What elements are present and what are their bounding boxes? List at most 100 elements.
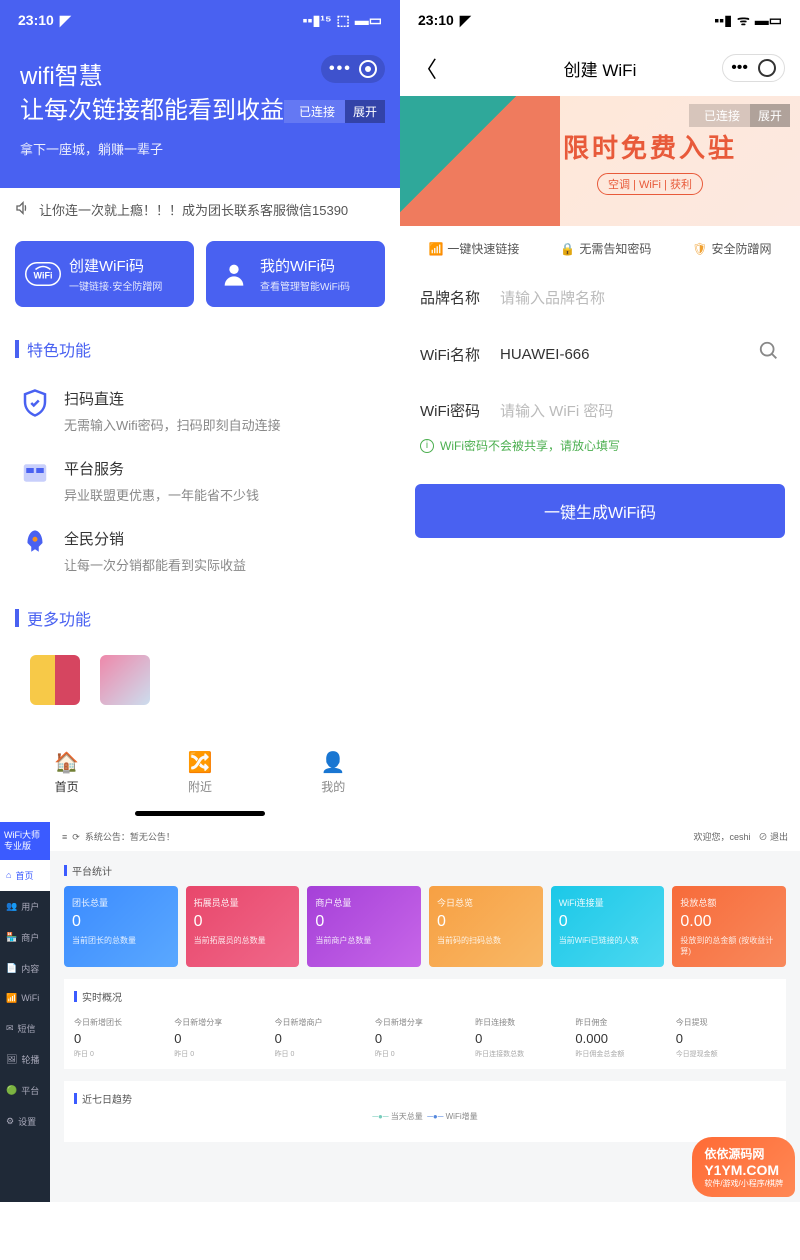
section-trend-title: 近七日趋势 bbox=[74, 1091, 776, 1106]
info-icon: i bbox=[420, 439, 434, 453]
generate-button[interactable]: 一键生成WiFi码 bbox=[415, 484, 785, 538]
page-title: 创建 WiFi bbox=[564, 56, 637, 81]
sidebar-item-1[interactable]: 👥用户 bbox=[0, 891, 50, 922]
create-wifi-card[interactable]: WiFi 创建WiFi码一键链接·安全防蹭网 bbox=[15, 241, 194, 307]
phone-screen-home: 23:10◤ ▪▪▮¹⁵⬚▬▭ ••• 已连接 展开 wifi智慧让每次链接都能… bbox=[0, 0, 400, 822]
wifi-pwd-field[interactable]: WiFi密码 请输入 WiFi 密码 bbox=[400, 384, 800, 437]
promo-banner[interactable]: 已连接 展开 限时免费入驻 空调 | WiFi | 获利 bbox=[400, 96, 800, 226]
tab-mine[interactable]: 👤我的 bbox=[321, 750, 346, 795]
search-icon[interactable] bbox=[758, 340, 780, 368]
sidebar-item-7[interactable]: 🟢平台 bbox=[0, 1075, 50, 1106]
service-icon bbox=[20, 458, 50, 488]
stat-card[interactable]: 今日总览0当前码的扫码总数 bbox=[429, 886, 543, 967]
expand-button[interactable]: 展开 bbox=[750, 104, 790, 127]
wifi-badge-icon: WiFi bbox=[25, 256, 61, 292]
tab-home[interactable]: 🏠首页 bbox=[54, 750, 79, 795]
tab-nearby[interactable]: 🔀附近 bbox=[188, 750, 213, 795]
nav-bar: 〈 创建 WiFi ••• bbox=[400, 40, 800, 96]
realtime-item: 今日新增分享0昨日 0 bbox=[375, 1017, 475, 1059]
status-bar: 23:10◤ ▪▪▮¹⁵⬚▬▭ bbox=[0, 0, 400, 40]
close-target-icon[interactable] bbox=[359, 60, 377, 78]
speaker-icon bbox=[15, 200, 31, 219]
sidebar-item-2[interactable]: 🏪商户 bbox=[0, 922, 50, 953]
logo: WiFi大师专业版 bbox=[0, 822, 50, 860]
card-subtitle: 查看管理智能WiFi码 bbox=[260, 278, 350, 293]
wifi-name-field[interactable]: WiFi名称 HUAWEI-666 bbox=[400, 324, 800, 384]
hero-subtitle: 拿下一座城，躺赚一辈子 bbox=[20, 139, 380, 158]
announcement-text: 暂无公告！ bbox=[130, 832, 175, 842]
welcome-text: 欢迎您，ceshi bbox=[693, 830, 750, 843]
stat-card[interactable]: 团长总量0当前团长的总数量 bbox=[64, 886, 178, 967]
status-bar: 23:10◤ ▪▪▮ᯤ▬▭ bbox=[400, 0, 800, 40]
my-wifi-card[interactable]: 我的WiFi码查看管理智能WiFi码 bbox=[206, 241, 385, 307]
signal-icon: ▪▪▮¹⁵ bbox=[303, 12, 332, 29]
sidebar-item-3[interactable]: 📄内容 bbox=[0, 953, 50, 984]
miniprogram-capsule[interactable]: ••• bbox=[321, 55, 385, 83]
miniprogram-capsule[interactable]: ••• bbox=[722, 54, 785, 82]
feature-scan[interactable]: 扫码直连无需输入Wifi密码，扫码即刻自动连接 bbox=[0, 376, 400, 446]
stat-card[interactable]: 拓展员总量0当前拓展员的总数量 bbox=[186, 886, 300, 967]
realtime-item: 昨日连接数0昨日连接数总数 bbox=[475, 1017, 575, 1059]
feature-distribution[interactable]: 全民分销让每一次分销都能看到实际收益 bbox=[0, 516, 400, 586]
refresh-icon[interactable]: ⟳ bbox=[72, 832, 80, 842]
close-target-icon[interactable] bbox=[758, 59, 776, 77]
status-time: 23:10 bbox=[18, 12, 54, 28]
menu-toggle-icon[interactable]: ≡ bbox=[62, 832, 67, 842]
wifi-status-icon: ⬚ bbox=[337, 12, 350, 29]
lock-icon: 🔒 bbox=[560, 242, 575, 256]
nav-icon: 🖼 bbox=[6, 1054, 17, 1065]
section-header-more: 更多功能 bbox=[0, 586, 400, 645]
realtime-item: 今日新增商户0昨日 0 bbox=[275, 1017, 375, 1059]
nav-icon: 🏪 bbox=[6, 932, 17, 943]
logout-button[interactable]: ⊘ 退出 bbox=[758, 830, 788, 843]
feature-platform[interactable]: 平台服务异业联盟更优惠，一年能省不少钱 bbox=[0, 446, 400, 516]
nav-icon: ⚙ bbox=[6, 1116, 14, 1127]
more-avatars bbox=[0, 645, 400, 715]
nav-icon: 🟢 bbox=[6, 1085, 17, 1096]
realtime-item: 今日提现0今日提现金额 bbox=[676, 1017, 776, 1059]
admin-dashboard: WiFi大师专业版 ⌂首页👥用户🏪商户📄内容📶WiFi✉短信🖼轮播🟢平台⚙设置 … bbox=[0, 822, 800, 1202]
home-icon: 🏠 bbox=[54, 750, 79, 775]
marquee-text: 让你连一次就上瘾！！！成为团长联系客服微信15390 bbox=[39, 200, 348, 219]
back-icon[interactable]: 〈 bbox=[415, 52, 437, 84]
card-title: 创建WiFi码 bbox=[69, 255, 162, 276]
pwd-input[interactable]: 请输入 WiFi 密码 bbox=[500, 400, 780, 421]
realtime-panel: 实时概况 今日新增团长0昨日 0今日新增分享0昨日 0今日新增商户0昨日 0今日… bbox=[64, 979, 786, 1069]
trend-panel: 近七日趋势 ─●─ 当天总量 ─●─ WiFi增量 bbox=[64, 1081, 786, 1142]
avatar-item[interactable] bbox=[30, 655, 80, 705]
brand-field[interactable]: 品牌名称 请输入品牌名称 bbox=[400, 271, 800, 324]
person-icon bbox=[216, 256, 252, 292]
realtime-item: 今日新增分享0昨日 0 bbox=[174, 1017, 274, 1059]
nav-icon: 📶 bbox=[6, 993, 17, 1004]
stat-card[interactable]: 投放总额0.00投放到的总金额 (按收益计算) bbox=[672, 886, 786, 967]
connection-badge[interactable]: 已连接 展开 bbox=[284, 100, 385, 123]
stat-card[interactable]: WiFi连接量0当前WiFi已链接的人数 bbox=[551, 886, 665, 967]
sidebar-item-0[interactable]: ⌂首页 bbox=[0, 860, 50, 891]
wifi-status-icon: ᯤ bbox=[737, 11, 750, 30]
brand-input[interactable]: 请输入品牌名称 bbox=[500, 287, 780, 308]
bottom-tab-bar: 🏠首页 🔀附近 👤我的 bbox=[0, 735, 400, 803]
sidebar: WiFi大师专业版 ⌂首页👥用户🏪商户📄内容📶WiFi✉短信🖼轮播🟢平台⚙设置 bbox=[0, 822, 50, 1202]
stat-card[interactable]: 商户总量0当前商户总数量 bbox=[307, 886, 421, 967]
realtime-item: 昨日佣金0.000昨日佣金总金额 bbox=[575, 1017, 675, 1059]
expand-button[interactable]: 展开 bbox=[345, 100, 385, 123]
sidebar-item-4[interactable]: 📶WiFi bbox=[0, 984, 50, 1013]
menu-dots-icon[interactable]: ••• bbox=[329, 60, 349, 78]
menu-dots-icon[interactable]: ••• bbox=[731, 59, 748, 77]
sidebar-item-6[interactable]: 🖼轮播 bbox=[0, 1044, 50, 1075]
nearby-icon: 🔀 bbox=[188, 750, 213, 775]
sidebar-item-5[interactable]: ✉短信 bbox=[0, 1013, 50, 1044]
svg-text:WiFi: WiFi bbox=[34, 271, 53, 281]
sidebar-item-8[interactable]: ⚙设置 bbox=[0, 1106, 50, 1137]
signal-icon: ▪▪▮ bbox=[714, 12, 732, 29]
section-realtime-title: 实时概况 bbox=[74, 989, 776, 1009]
phone-screen-create: 23:10◤ ▪▪▮ᯤ▬▭ 〈 创建 WiFi ••• 已连接 展开 限时免费入… bbox=[400, 0, 800, 822]
stat-cards: 团长总量0当前团长的总数量拓展员总量0当前拓展员的总数量商户总量0当前商户总数量… bbox=[50, 886, 800, 967]
connection-badge[interactable]: 已连接 展开 bbox=[689, 104, 790, 127]
card-subtitle: 一键链接·安全防蹭网 bbox=[69, 278, 162, 293]
profile-icon: 👤 bbox=[321, 750, 346, 775]
avatar-item[interactable] bbox=[100, 655, 150, 705]
wifi-name-value[interactable]: HUAWEI-666 bbox=[500, 346, 758, 363]
security-hint: i WiFi密码不会被共享，请放心填写 bbox=[400, 437, 800, 474]
card-title: 我的WiFi码 bbox=[260, 255, 350, 276]
